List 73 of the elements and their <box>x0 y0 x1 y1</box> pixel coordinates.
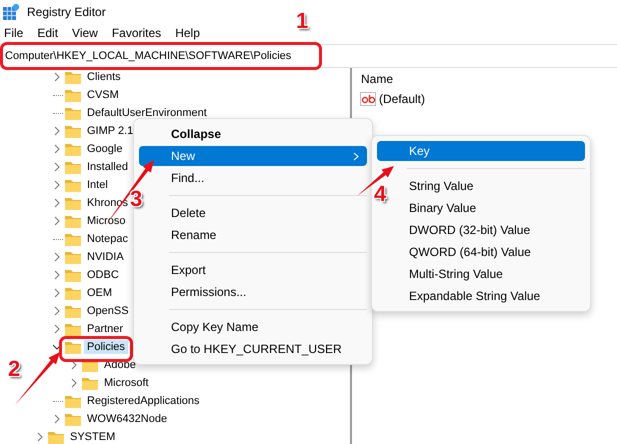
tree-item[interactable]: NVIDIA <box>84 250 127 264</box>
menu-item[interactable]: Export <box>165 260 367 280</box>
menu-bar-item[interactable]: Favorites <box>112 26 162 40</box>
menu-item[interactable]: DWORD (32-bit) Value <box>403 220 585 240</box>
menu-item[interactable]: String Value <box>403 176 585 196</box>
app-icon <box>3 4 19 20</box>
tree-item[interactable]: RegisteredApplications <box>84 394 203 408</box>
tree-item[interactable]: DefaultUserEnvironment <box>84 106 210 120</box>
folder-icon <box>65 304 81 318</box>
chevron-right-icon <box>353 152 359 160</box>
string-value-icon <box>360 92 376 106</box>
tree-item[interactable]: Partner <box>84 322 126 336</box>
folder-icon <box>65 160 81 174</box>
chevron-right-icon[interactable] <box>53 72 61 82</box>
tree-item[interactable]: Intel <box>84 178 111 192</box>
folder-icon <box>65 106 81 120</box>
tree-item[interactable]: SYSTEM <box>67 430 118 444</box>
menu-item[interactable]: Find... <box>165 168 367 188</box>
folder-icon <box>65 412 81 426</box>
tree-item[interactable]: OEM <box>84 286 116 300</box>
menu-bar-item[interactable]: Edit <box>37 26 58 40</box>
folder-icon <box>65 142 81 156</box>
tree-item[interactable]: GIMP 2.1 <box>84 124 136 138</box>
menu-item[interactable]: Key <box>377 141 585 161</box>
menu-item[interactable]: Go to HKEY_CURRENT_USER <box>165 339 367 359</box>
menu-item[interactable]: Multi-String Value <box>403 264 585 284</box>
folder-icon <box>65 340 81 354</box>
column-header[interactable]: Name <box>360 72 617 86</box>
tree-item[interactable]: Microsoft <box>101 376 152 390</box>
folder-icon <box>65 214 81 228</box>
folder-icon <box>65 232 81 246</box>
tree-item[interactable]: Google <box>84 142 126 156</box>
step-number: 3 <box>130 186 142 212</box>
tree-item[interactable]: Microso <box>84 214 129 228</box>
tree-item[interactable]: Installed <box>84 160 131 174</box>
folder-icon <box>48 430 64 444</box>
folder-icon <box>65 268 81 282</box>
menu-item[interactable]: Copy Key Name <box>165 317 367 337</box>
tree-item[interactable]: OpenSS <box>84 304 132 318</box>
menu-item[interactable]: QWORD (64-bit) Value <box>403 242 585 262</box>
step-number: 4 <box>374 181 386 207</box>
menu-item[interactable]: Rename <box>165 225 367 245</box>
folder-icon <box>65 394 81 408</box>
folder-icon <box>65 124 81 138</box>
folder-icon <box>65 286 81 300</box>
address-bar[interactable]: Computer\HKEY_LOCAL_MACHINE\SOFTWARE\Policies <box>0 44 617 68</box>
step-number: 2 <box>8 356 20 382</box>
menu-item[interactable]: Collapse <box>165 124 367 144</box>
menu-item[interactable]: Binary Value <box>403 198 585 218</box>
value-name[interactable]: (Default) <box>379 92 426 106</box>
chevron-down-icon[interactable] <box>53 342 61 352</box>
window-title: Registry Editor <box>27 5 106 19</box>
folder-icon <box>82 376 98 390</box>
tree-item[interactable]: CVSM <box>84 88 122 102</box>
menu-item[interactable]: Expandable String Value <box>403 286 585 306</box>
step-number: 1 <box>296 8 308 34</box>
folder-icon <box>65 322 81 336</box>
tree-item[interactable]: WOW6432Node <box>84 412 170 426</box>
menu-item[interactable]: New <box>139 146 367 166</box>
tree-item[interactable]: ODBC <box>84 268 122 282</box>
tree-item[interactable]: Clients <box>84 70 124 84</box>
folder-icon <box>65 178 81 192</box>
menu-bar-item[interactable]: Help <box>175 26 200 40</box>
menu-item[interactable]: Delete <box>165 203 367 223</box>
folder-icon <box>65 70 81 84</box>
menu-bar-item[interactable]: View <box>72 26 98 40</box>
folder-icon <box>65 88 81 102</box>
menu-bar-item[interactable]: File <box>4 26 24 40</box>
folder-icon <box>65 196 81 210</box>
tree-item[interactable]: Policies <box>84 340 128 354</box>
tree-item[interactable]: Notepac <box>84 232 131 246</box>
menu-item[interactable]: Permissions... <box>165 282 367 302</box>
folder-icon <box>65 250 81 264</box>
